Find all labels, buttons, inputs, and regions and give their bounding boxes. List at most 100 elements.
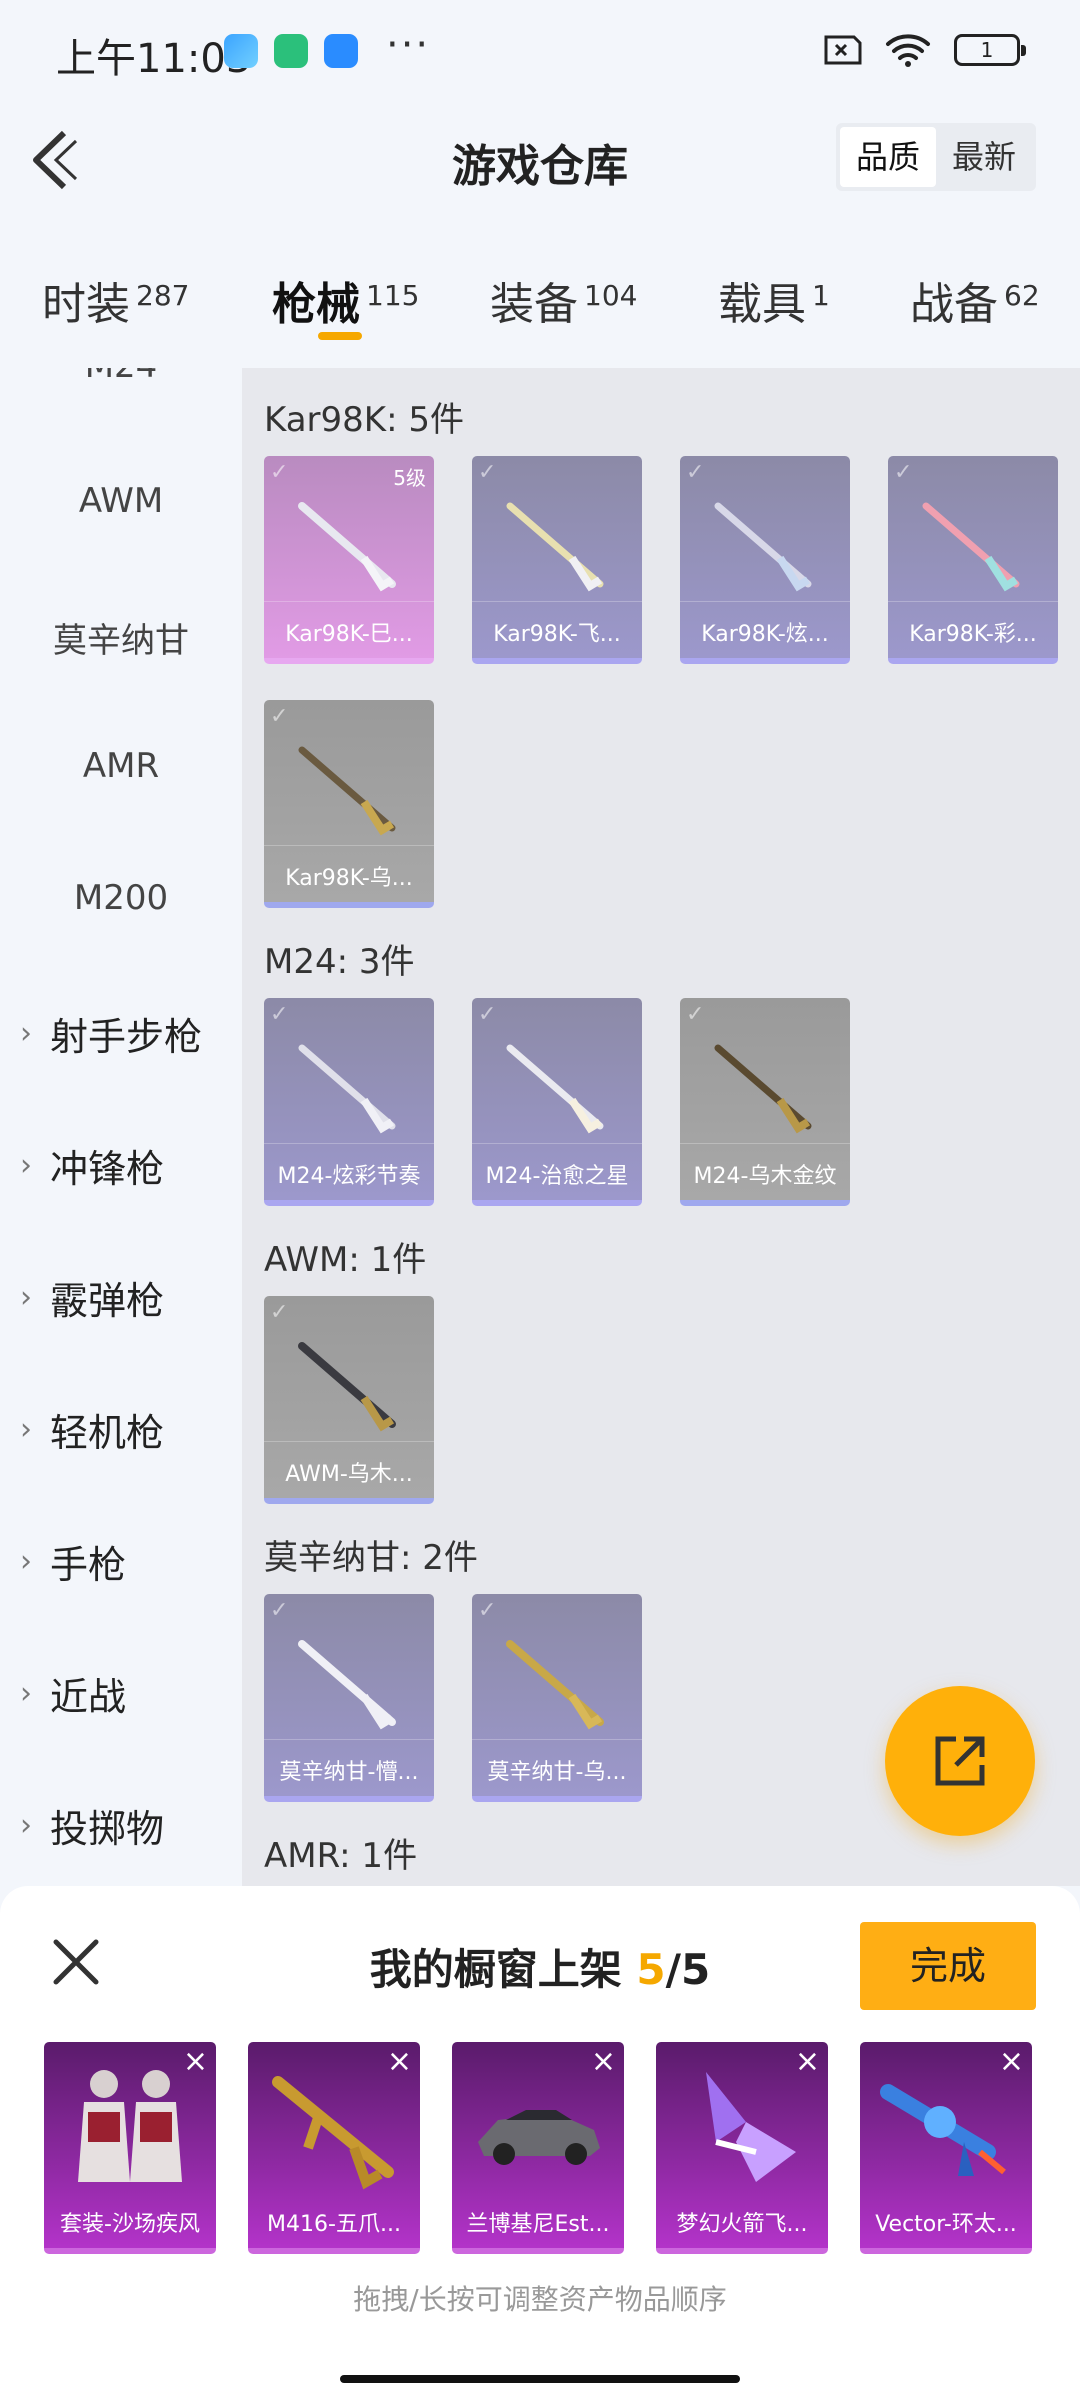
showcase-item[interactable]: × Vector-环太... [860, 2042, 1032, 2254]
shield-app-icon [274, 34, 308, 68]
status-time: 上午11:03 [56, 36, 252, 82]
item-name: 莫辛纳甘-懵... [264, 1739, 434, 1786]
tab-count: 287 [136, 279, 190, 312]
chat-app-icon [324, 34, 358, 68]
item-name: M24-炫彩节奏 [264, 1143, 434, 1190]
item-card[interactable]: ✓ 莫辛纳甘-懵... [264, 1594, 434, 1802]
rifle-icon [298, 1640, 396, 1730]
sidebar-category-pistol[interactable]: › 手枪 [20, 1534, 126, 1589]
item-card[interactable]: ✓ M24-炫彩节奏 [264, 998, 434, 1206]
sidebar-item-m24[interactable]: M24 [0, 368, 242, 386]
rifle-icon [272, 2076, 394, 2190]
check-icon: ✓ [270, 1598, 289, 1623]
more-notifications-icon: ··· [386, 22, 431, 68]
tab-equipment[interactable]: 装备 104 [490, 268, 637, 332]
tab-guns[interactable]: 枪械 115 [272, 268, 419, 332]
rifle-icon [714, 502, 812, 592]
item-card[interactable]: ✓ 5级 Kar98K-巳... [264, 456, 434, 664]
sidebar-item-m200[interactable]: M200 [0, 878, 242, 918]
sort-toggle: 品质 最新 [835, 123, 1036, 191]
check-icon: ✓ [270, 460, 289, 485]
item-card[interactable]: ✓ Kar98K-彩... [888, 456, 1058, 664]
sidebar-category-smg[interactable]: › 冲锋枪 [20, 1138, 164, 1193]
item-card[interactable]: ✓ M24-乌木金纹 [680, 998, 850, 1206]
sidebar-category-throwable[interactable]: › 投掷物 [20, 1798, 164, 1853]
item-card[interactable]: ✓ Kar98K-炫... [680, 456, 850, 664]
chevron-right-icon: › [20, 1412, 32, 1447]
tab-label: 战备 [910, 279, 998, 330]
level-badge: 5级 [393, 466, 426, 490]
rifle-icon [506, 1640, 604, 1730]
reorder-hint: 拖拽/长按可调整资产物品顺序 [353, 2283, 727, 2316]
item-card[interactable]: ✓ 莫辛纳甘-乌... [472, 1594, 642, 1802]
tab-supplies[interactable]: 战备 62 [910, 268, 1040, 332]
check-icon: ✓ [478, 1598, 497, 1623]
sidebar-category-label: 手枪 [50, 1543, 127, 1587]
showcase-item[interactable]: × M416-五爪... [248, 2042, 420, 2254]
rifle-icon [298, 746, 396, 836]
check-icon: ✓ [686, 460, 705, 485]
item-name: Kar98K-彩... [888, 601, 1058, 648]
item-card[interactable]: ✓ M24-治愈之星 [472, 998, 642, 1206]
check-icon: ✓ [478, 1002, 497, 1027]
tab-vehicles[interactable]: 载具 1 [718, 268, 830, 332]
sidebar-item-awm[interactable]: AWM [0, 481, 242, 521]
cloud-app-icon [224, 34, 258, 68]
tab-fashion[interactable]: 时装 287 [42, 268, 189, 332]
item-name: AWM-乌木... [264, 1441, 434, 1488]
chevron-right-icon: › [20, 1280, 32, 1315]
item-name: 梦幻火箭飞... [676, 2212, 808, 2237]
rifle-icon [298, 1044, 396, 1134]
showcase-item[interactable]: × 梦幻火箭飞... [656, 2042, 828, 2254]
category-tabs: 时装 287 枪械 115 装备 104 载具 1 战备 62 [0, 250, 1080, 350]
tab-label: 枪械 [272, 279, 360, 330]
rifle-icon [506, 1044, 604, 1134]
share-button[interactable] [885, 1686, 1035, 1836]
check-icon: ✓ [478, 460, 497, 485]
item-name: M24-乌木金纹 [680, 1143, 850, 1190]
check-icon: ✓ [894, 460, 913, 485]
car-icon [478, 2110, 600, 2165]
item-card[interactable]: ✓ Kar98K-乌... [264, 700, 434, 908]
item-name: Kar98K-乌... [264, 845, 434, 892]
sidebar: M24 AWM 莫辛纳甘 AMR M200 › 射手步枪 › 冲锋枪 › 霰弹枪 › 轻… [0, 368, 242, 1886]
showcase-count-current: 5 [636, 1945, 666, 1994]
check-icon: ✓ [270, 1300, 289, 1325]
tab-count: 104 [584, 279, 638, 312]
sort-by-quality-button[interactable]: 品质 [839, 127, 936, 187]
outfit-icon [78, 2070, 182, 2182]
showcase-title-text: 我的橱窗上架 [369, 1945, 622, 1994]
item-grid: Kar98K: 5件 ✓ 5级 Kar98K-巳... ✓ Kar98K-飞..… [242, 368, 1080, 1886]
sidebar-category-shotgun[interactable]: › 霰弹枪 [20, 1270, 164, 1325]
rifle-icon [506, 502, 604, 592]
item-name: Kar98K-巳... [264, 601, 434, 648]
group-title-mosin: 莫辛纳甘: 2件 [264, 1538, 478, 1578]
sort-by-newest-button[interactable]: 最新 [936, 127, 1032, 187]
sidebar-category-dmr[interactable]: › 射手步枪 [20, 1006, 202, 1061]
check-icon: ✓ [270, 1002, 289, 1027]
item-card[interactable]: ✓ Kar98K-飞... [472, 456, 642, 664]
home-indicator[interactable] [340, 2375, 740, 2383]
item-name: M24-治愈之星 [472, 1143, 642, 1190]
sidebar-item-mosin[interactable]: 莫辛纳甘 [0, 613, 242, 662]
group-title-m24: M24: 3件 [264, 942, 415, 982]
glider-icon [706, 2072, 796, 2182]
item-name: Kar98K-飞... [472, 601, 642, 648]
sidebar-category-melee[interactable]: › 近战 [20, 1666, 126, 1721]
showcase-item[interactable]: × 套装-沙场疾风 [44, 2042, 216, 2254]
chevron-right-icon: › [20, 1544, 32, 1579]
smg-icon [880, 2084, 1006, 2176]
no-sim-icon [824, 35, 862, 65]
item-name: Kar98K-炫... [680, 601, 850, 648]
sidebar-category-lmg[interactable]: › 轻机枪 [20, 1402, 164, 1457]
group-title-awm: AWM: 1件 [264, 1240, 427, 1280]
sidebar-category-label: 冲锋枪 [50, 1147, 165, 1191]
wifi-icon [886, 34, 930, 67]
sidebar-item-amr[interactable]: AMR [0, 746, 242, 786]
showcase-count-total: /5 [665, 1945, 711, 1994]
showcase-item[interactable]: × 兰博基尼Est... [452, 2042, 624, 2254]
item-card[interactable]: ✓ AWM-乌木... [264, 1296, 434, 1504]
tab-count: 62 [1004, 279, 1040, 312]
done-button[interactable]: 完成 [860, 1922, 1036, 2010]
rifle-icon [922, 502, 1020, 592]
